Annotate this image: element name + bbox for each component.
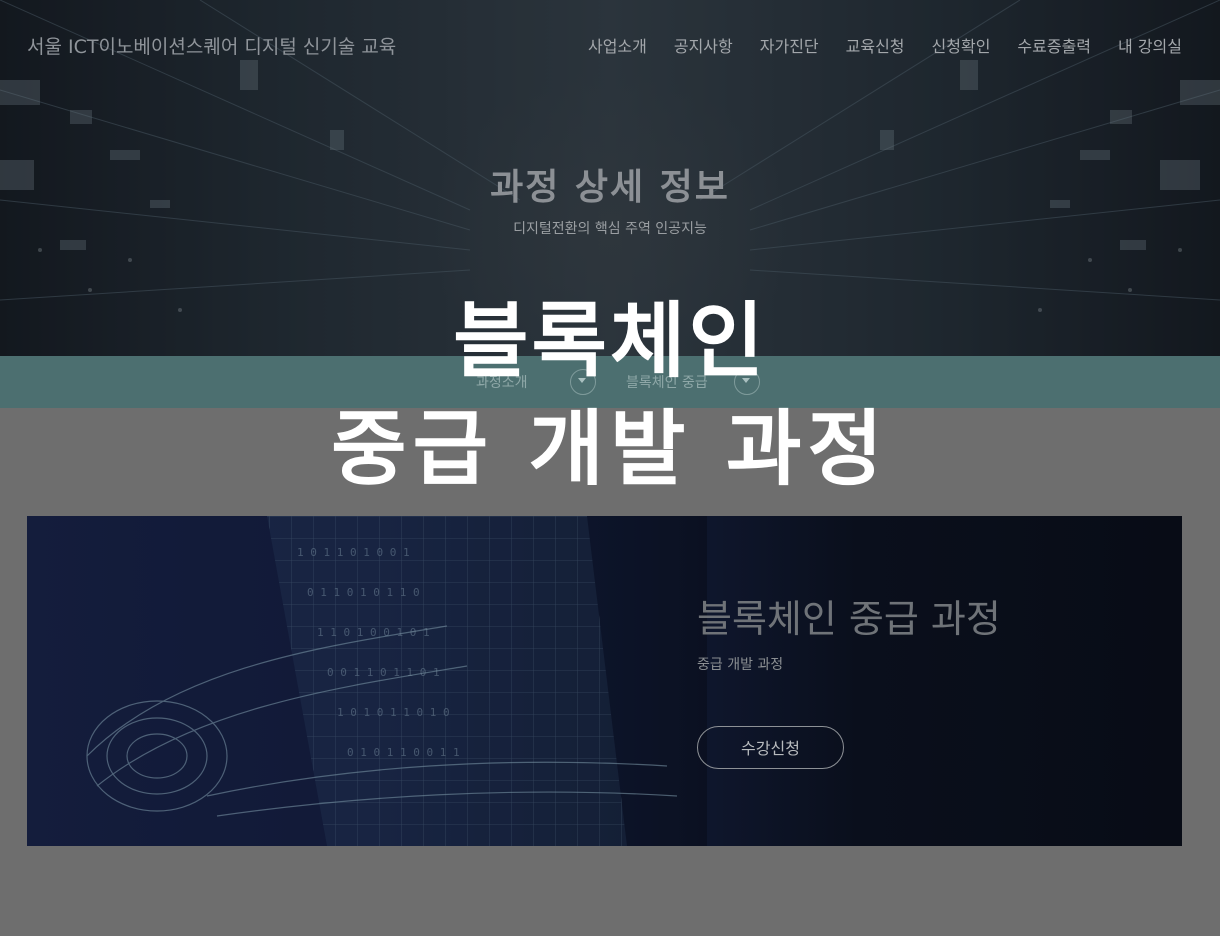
- site-title[interactable]: 서울 ICT이노베이션스퀘어 디지털 신기술 교육: [27, 32, 396, 59]
- apply-button[interactable]: 수강신청: [697, 726, 844, 769]
- overlay-line-1: 블록체인: [453, 294, 767, 389]
- course-title: 블록체인 중급 과정: [697, 597, 1001, 641]
- page-title: 과정 상세 정보: [490, 167, 730, 208]
- nav-item-self-diagnosis[interactable]: 자가진단: [760, 33, 819, 57]
- nav-item-notices[interactable]: 공지사항: [674, 33, 733, 57]
- course-subtitle: 중급 개발 과정: [697, 657, 784, 673]
- nav-item-application-check[interactable]: 신청확인: [932, 33, 991, 57]
- nav-item-my-classroom[interactable]: 내 강의실: [1118, 33, 1182, 57]
- page-subtitle: 디지털전환의 핵심 주역 인공지능: [513, 221, 707, 237]
- main-nav: 사업소개 공지사항 자가진단 교육신청 신청확인 수료증출력 내 강의실: [588, 33, 1182, 57]
- blockchain-chain-illustration: 1 0 1 1 0 1 0 0 1 0 1 1 0 1 0 1 1 0 1 1 …: [27, 516, 707, 846]
- nav-item-business-intro[interactable]: 사업소개: [588, 33, 647, 57]
- overlay-headline: 블록체인 중급 개발 과정: [0, 288, 1220, 504]
- overlay-line-2: 중급 개발 과정: [331, 402, 889, 497]
- nav-item-certificate-print[interactable]: 수료증출력: [1017, 33, 1091, 57]
- course-banner: 1 0 1 1 0 1 0 0 1 0 1 1 0 1 0 1 1 0 1 1 …: [27, 516, 1182, 846]
- nav-item-course-application[interactable]: 교육신청: [846, 33, 905, 57]
